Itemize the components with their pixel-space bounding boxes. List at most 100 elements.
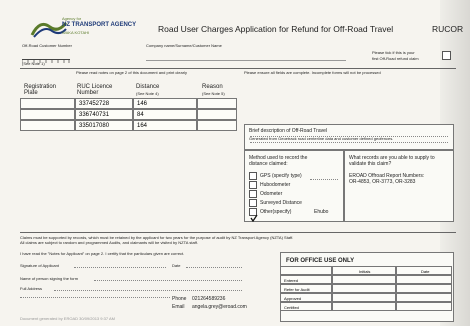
distance-cell[interactable]: 146: [133, 98, 197, 109]
office-initials-cell[interactable]: [332, 275, 396, 284]
customer-number-field[interactable]: [21, 50, 70, 63]
distance-value: 146: [137, 101, 148, 107]
office-row-certified: Certified: [284, 305, 299, 310]
form-title: Road User Charges Application for Refund…: [158, 24, 394, 34]
licence-cell[interactable]: 337452728: [75, 98, 133, 109]
office-row-label: Certified: [280, 302, 332, 311]
office-row-label: Refer for Audit: [280, 284, 332, 293]
office-initials-cell[interactable]: [332, 293, 396, 302]
other-label: Other(specify): [260, 209, 292, 215]
office-date-cell[interactable]: [396, 293, 452, 302]
licence-value: 336740731: [79, 112, 110, 118]
office-row-label: Approved: [280, 293, 332, 302]
other-value: Ehubo: [314, 209, 329, 215]
distance-value: 84: [137, 112, 144, 118]
reason-cell[interactable]: [197, 98, 237, 109]
first-claim-label-1: Please tick if this is your: [372, 50, 415, 55]
col-header-reason-2: (See Note 5): [202, 91, 225, 96]
office-row-audit: Refer for Audit: [284, 287, 310, 292]
records-box[interactable]: What records are you able to supply to v…: [344, 150, 454, 222]
address-field[interactable]: [54, 290, 242, 291]
office-row-entered: Entered: [284, 278, 299, 283]
records-value-2: OR-4853, OR-3773, OR-3283: [349, 179, 416, 185]
signature-field[interactable]: [74, 267, 166, 268]
distance-cell[interactable]: 164: [133, 120, 197, 131]
email-label: Email: [172, 304, 185, 310]
address-field-2[interactable]: [20, 297, 170, 298]
other-checkbox[interactable]: [249, 208, 258, 223]
hubodometer-checkbox[interactable]: [249, 181, 257, 189]
address-label: Full Address: [20, 286, 43, 291]
office-header-initials: Initials: [332, 266, 396, 275]
certify-text: I have read the "Notes for Applicant" on…: [20, 251, 185, 256]
reason-cell[interactable]: [197, 109, 237, 120]
agency-small: Agency for: [62, 16, 82, 21]
col-header-plate-2: Plate: [24, 90, 38, 96]
name-signing-label: Name of person signing the form: [20, 276, 79, 281]
office-date-cell[interactable]: [396, 302, 452, 311]
phone-value: 021264589236: [192, 296, 226, 302]
office-date-cell[interactable]: [396, 275, 452, 284]
plate-cell[interactable]: [20, 120, 75, 131]
office-row-label: Entered: [280, 275, 332, 284]
form-code: RUCOR: [432, 24, 464, 34]
method-label-2: distance claimed:: [249, 161, 288, 167]
phone-label: Phone: [172, 296, 187, 302]
records-label-2: validate this claim?: [349, 161, 392, 167]
customer-number-label: Off-Road Customer Number: [22, 43, 72, 48]
read-notes-text: Please read notes on page 2 of this docu…: [76, 70, 187, 75]
reason-cell[interactable]: [197, 120, 237, 131]
office-use-title: FOR OFFICE USE ONLY: [286, 258, 355, 264]
description-label: Brief description of Off-Road Travel: [249, 128, 327, 134]
licence-value: 337452728: [79, 101, 110, 107]
claims-text-2: All claims are subject to random and pro…: [20, 240, 198, 245]
description-box[interactable]: Brief description of Off-Road Travel Gen…: [244, 124, 454, 150]
agency-maori: WAKA KOTAHI: [62, 30, 90, 35]
office-header-date: Date: [396, 266, 452, 275]
ensure-fields-text: Please ensure all fields are complete. I…: [244, 70, 381, 75]
first-claim-checkbox[interactable]: [442, 51, 451, 60]
method-box: Method used to record the distance claim…: [244, 150, 344, 222]
checkmark-icon: [250, 214, 258, 223]
initials-header: Initials: [359, 269, 371, 274]
odometer-label: Odometer: [260, 191, 283, 197]
description-line: [250, 136, 448, 137]
customer-name-field[interactable]: [146, 60, 346, 61]
see-note-1: (See Note 1): [22, 61, 45, 66]
name-signing-field[interactable]: [94, 280, 242, 281]
licence-cell[interactable]: 336740731: [75, 109, 133, 120]
first-claim-label-2: first Off-Road refund claim: [372, 56, 419, 61]
gps-checkbox[interactable]: [249, 172, 257, 180]
surveyed-label: Surveyed Distance: [260, 200, 302, 206]
description-line: [250, 142, 448, 143]
licence-cell[interactable]: 335017080: [75, 120, 133, 131]
office-date-cell[interactable]: [396, 284, 452, 293]
date-field[interactable]: [186, 267, 242, 268]
signature-label: Signature of Applicant: [20, 263, 59, 268]
col-header-licence-2: Number: [77, 90, 99, 96]
distance-value: 164: [137, 123, 148, 129]
office-header-blank: [280, 266, 332, 275]
section-divider: [20, 68, 456, 69]
col-header-reason-1: Reason: [202, 84, 223, 90]
licence-value: 335017080: [79, 123, 110, 129]
office-initials-cell[interactable]: [332, 302, 396, 311]
plate-cell[interactable]: [20, 98, 75, 109]
hubodometer-label: Hubodometer: [260, 182, 291, 188]
office-initials-cell[interactable]: [332, 284, 396, 293]
customer-name-label: Company name/Surname/Customer Name: [146, 43, 222, 48]
office-row-approved: Approved: [284, 296, 302, 301]
odometer-checkbox[interactable]: [249, 190, 257, 198]
col-header-distance-1: Distance: [136, 84, 160, 90]
footer-divider: [20, 232, 456, 233]
date-header: Date: [421, 269, 430, 274]
col-header-distance-2: (See Note 4): [136, 91, 159, 96]
document-footer: Document generated by EROAD 30/09/2013 9…: [20, 316, 115, 321]
gps-label: GPS (specify type): [260, 173, 302, 179]
surveyed-checkbox[interactable]: [249, 199, 257, 207]
agency-name: NZ TRANSPORT AGENCY: [62, 22, 137, 28]
date-label: Date: [172, 263, 181, 268]
distance-cell[interactable]: 84: [133, 109, 197, 120]
plate-cell[interactable]: [20, 109, 75, 120]
form-page: Agency for NZ TRANSPORT AGENCY WAKA KOTA…: [0, 0, 470, 326]
